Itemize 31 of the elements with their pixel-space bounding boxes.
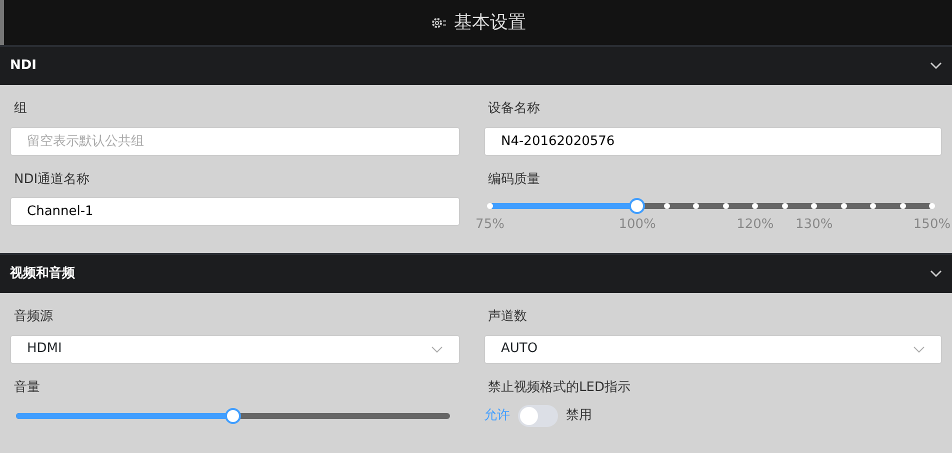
section-title: 视频和音频 (10, 264, 75, 284)
slider-thumb[interactable] (225, 408, 241, 424)
field-label: 设备名称 (488, 100, 541, 118)
settings-icon (430, 16, 446, 30)
chevron-icon[interactable] (930, 270, 942, 278)
field-label: NDI通道名称 (14, 170, 91, 188)
text-field[interactable]: N4-20162020576 (484, 126, 942, 156)
slider-thumb[interactable] (629, 198, 646, 214)
chevron-icon[interactable] (930, 62, 942, 70)
tick-label: 100% (618, 216, 656, 234)
field-label: 音频源 (14, 308, 54, 326)
tick-label: 75% (476, 216, 504, 234)
chevron-icon (913, 346, 925, 352)
field-label: 音量 (14, 378, 41, 396)
toggle-label: 允许 (484, 407, 510, 426)
text-field[interactable]: Channel-1 (10, 197, 460, 226)
field-label: 组 (14, 100, 28, 118)
field-label: 禁止视频格式的LED指示 (488, 378, 632, 396)
field-label: 声道数 (488, 308, 528, 326)
select-field[interactable]: AUTO (484, 334, 942, 364)
tick-label: 150% (913, 216, 951, 234)
text-field[interactable]: 留空表示默认公共组 (10, 126, 460, 156)
tick-label: 120% (736, 216, 774, 234)
toggle-switch[interactable] (518, 405, 558, 427)
field-label: 编码质量 (488, 170, 541, 188)
section-title: NDI (10, 57, 37, 76)
toggle-label: 禁用 (566, 407, 592, 426)
chevron-icon (431, 346, 443, 352)
window-title: 基本设置 (454, 11, 526, 35)
select-field[interactable]: HDMI (10, 334, 460, 364)
tick-label: 130% (796, 216, 833, 234)
